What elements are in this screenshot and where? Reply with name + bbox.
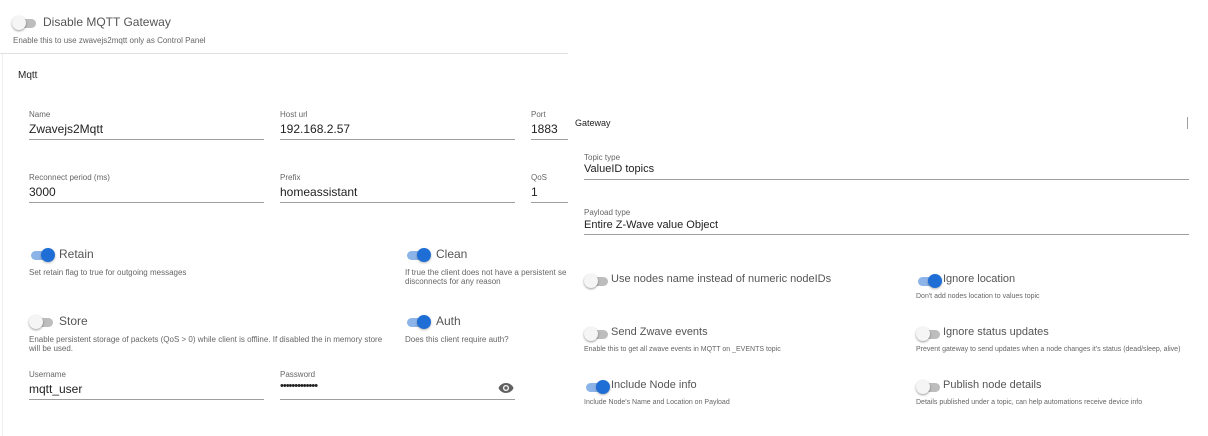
include-node-info-hint: Include Node's Name and Location on Payl… [584, 399, 730, 406]
auth-label: Auth [436, 314, 461, 328]
use-nodes-name-label: Use nodes name instead of numeric nodeID… [611, 273, 832, 285]
password-field[interactable]: ••••••••••••• [280, 380, 318, 392]
retain-hint: Set retain flag to true for outgoing mes… [29, 268, 187, 277]
publish-node-details-label: Publish node details [943, 379, 1042, 391]
topic-type-select[interactable]: ValueID topics [584, 163, 654, 175]
store-label: Store [59, 314, 88, 328]
host-url-field[interactable]: 192.168.2.57 [280, 122, 350, 136]
ignore-status-updates-hint: Prevent gateway to send updates when a n… [916, 346, 1181, 353]
ignore-location-toggle[interactable] [916, 274, 942, 288]
name-field-underline [29, 139, 264, 140]
mqtt-panel-border [2, 54, 3, 436]
gateway-scrollbar[interactable] [1187, 117, 1188, 129]
port-underline [531, 139, 568, 140]
password-label: Password [280, 370, 316, 379]
ignore-status-updates-label: Ignore status updates [943, 326, 1049, 338]
auth-hint: Does this client require auth? [405, 335, 509, 344]
mqtt-section-title: Mqtt [18, 70, 38, 81]
mqtt-panel-divider [0, 53, 568, 54]
include-node-info-label: Include Node info [611, 379, 697, 391]
eye-icon[interactable] [498, 381, 514, 393]
clean-hint-line1: If true the client does not have a persi… [405, 268, 567, 277]
auth-toggle[interactable] [405, 315, 431, 329]
username-field[interactable]: mqtt_user [29, 382, 82, 396]
store-toggle[interactable] [29, 315, 55, 329]
include-node-info-toggle[interactable] [584, 380, 610, 394]
ignore-location-label: Ignore location [943, 273, 1016, 285]
password-underline [280, 399, 515, 400]
prefix-label: Prefix [280, 173, 301, 182]
name-field-label: Name [29, 110, 51, 119]
topic-type-label: Topic type [584, 153, 621, 162]
reconnect-period-label: Reconnect period (ms) [29, 173, 110, 182]
payload-type-underline [584, 234, 1189, 235]
port-field[interactable]: 1883 [531, 122, 558, 136]
send-zwave-events-hint: Enable this to get all zwave events in M… [584, 346, 781, 353]
qos-label: QoS [531, 173, 548, 182]
host-url-label: Host url [280, 110, 308, 119]
username-label: Username [29, 370, 66, 379]
clean-toggle[interactable] [405, 248, 431, 262]
reconnect-period-field[interactable]: 3000 [29, 185, 56, 199]
send-zwave-events-label: Send Zwave events [611, 326, 708, 338]
publish-node-details-toggle[interactable] [916, 380, 942, 394]
qos-underline [531, 202, 568, 203]
clean-label: Clean [436, 247, 468, 261]
payload-type-select[interactable]: Entire Z-Wave value Object [584, 219, 718, 231]
reconnect-period-underline [29, 202, 264, 203]
ignore-location-hint: Don't add nodes location to values topic [916, 293, 1040, 300]
retain-label: Retain [59, 247, 94, 261]
qos-select[interactable]: 1 [531, 185, 538, 199]
disable-mqtt-gateway-hint: Enable this to use zwavejs2mqtt only as … [13, 36, 206, 45]
prefix-field[interactable]: homeassistant [280, 185, 357, 199]
gateway-section-title: Gateway [575, 118, 611, 128]
prefix-underline [280, 202, 515, 203]
use-nodes-name-toggle[interactable] [584, 274, 610, 288]
payload-type-label: Payload type [584, 208, 631, 217]
disable-mqtt-gateway-toggle[interactable] [12, 16, 38, 30]
ignore-status-updates-toggle[interactable] [916, 327, 942, 341]
publish-node-details-hint: Details published under a topic, can hel… [916, 399, 1143, 406]
store-hint-line2: will be used. [29, 344, 74, 353]
name-field[interactable]: Zwavejs2Mqtt [29, 122, 103, 136]
disable-mqtt-gateway-label: Disable MQTT Gateway [43, 15, 171, 29]
store-hint-line1: Enable persistent storage of packets (Qo… [29, 335, 383, 344]
host-url-underline [280, 139, 515, 140]
send-zwave-events-toggle[interactable] [584, 327, 610, 341]
username-underline [29, 399, 264, 400]
clean-hint-line2: disconnects for any reason [405, 277, 501, 286]
retain-toggle[interactable] [29, 248, 55, 262]
port-label: Port [531, 110, 546, 119]
topic-type-underline [584, 179, 1189, 180]
